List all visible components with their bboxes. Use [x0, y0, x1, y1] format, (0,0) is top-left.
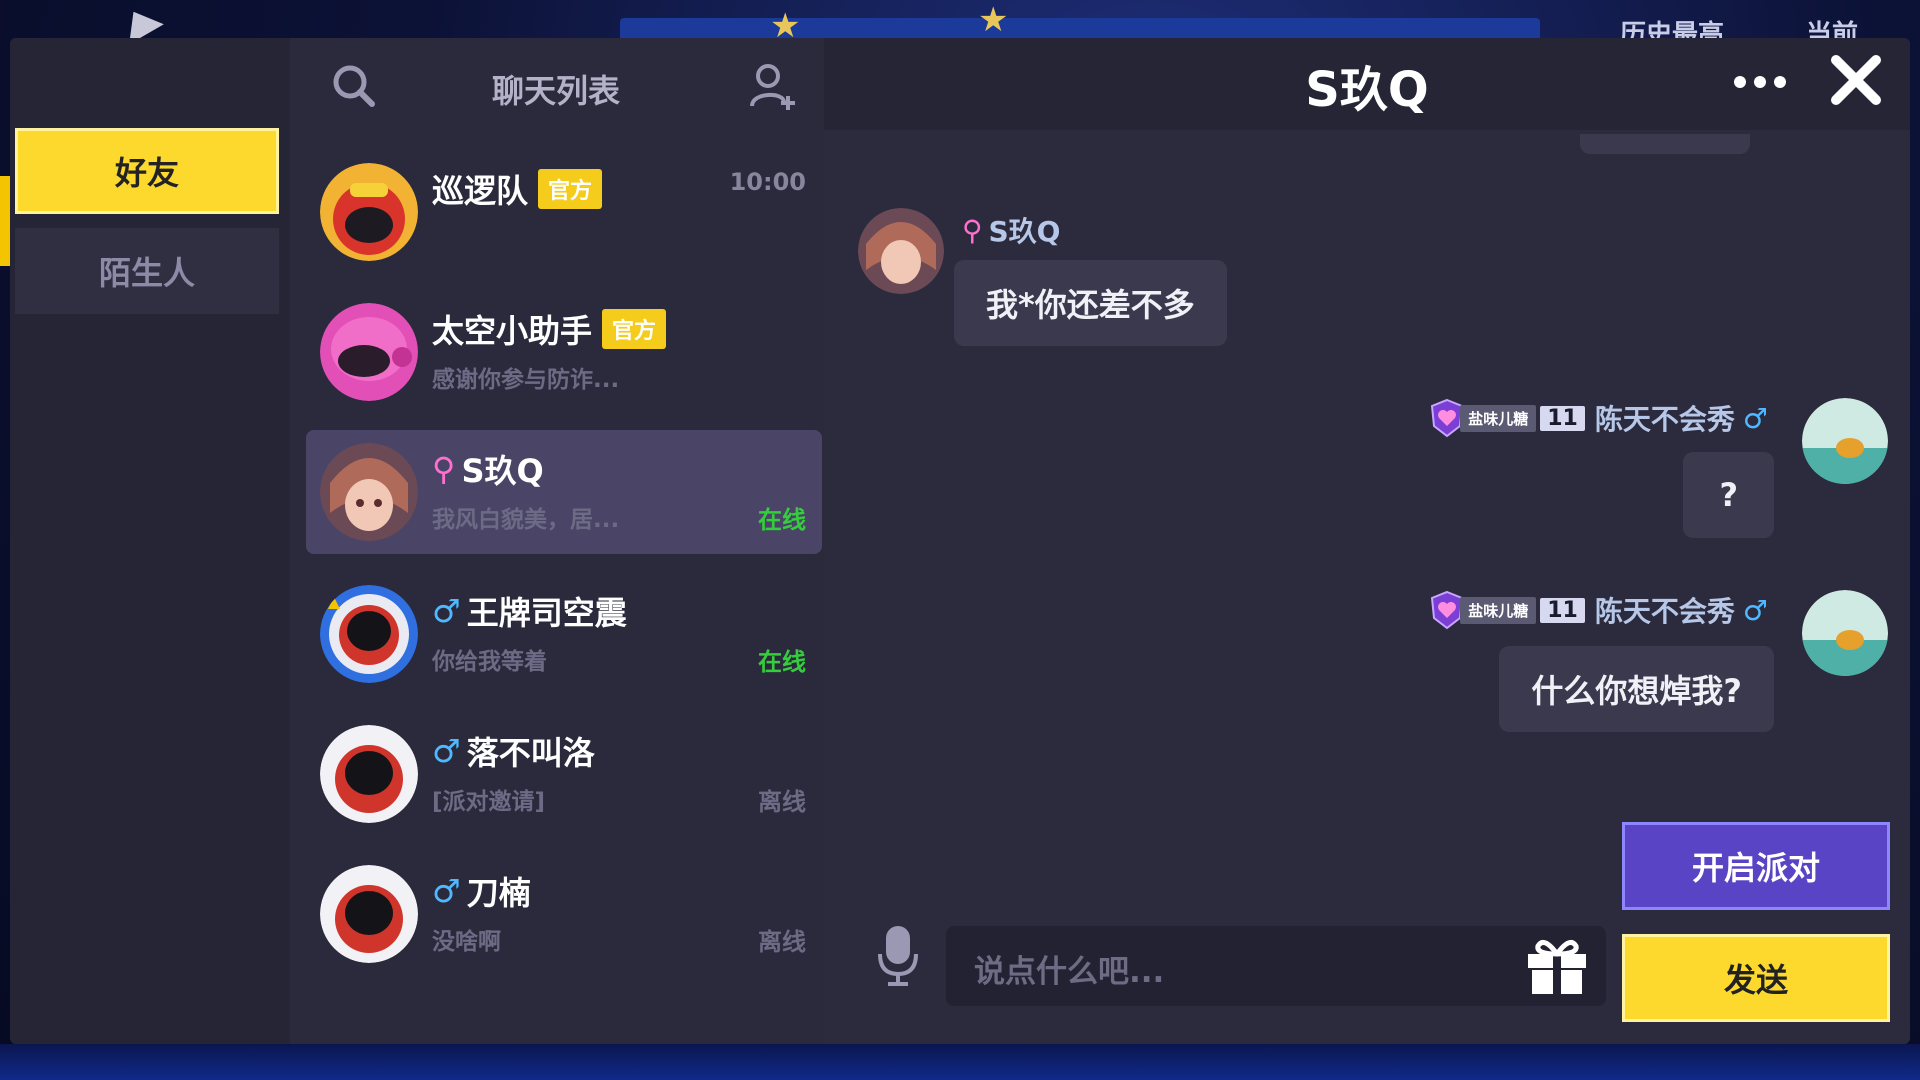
background-accent — [0, 176, 10, 266]
my-avatar[interactable] — [1802, 398, 1888, 484]
sender-name: S玖Q — [988, 215, 1061, 248]
message-bubble: 什么你想焯我? — [1499, 646, 1774, 732]
level-label: 盐味儿糖 — [1460, 404, 1537, 432]
microphone-icon[interactable] — [876, 924, 920, 988]
send-button[interactable]: 发送 — [1622, 934, 1890, 1022]
chat-header: S玖Q — [824, 38, 1910, 130]
chat-list-item[interactable]: ♂ 落不叫洛 [派对邀请] 离线 — [306, 712, 822, 836]
background-bottom — [0, 1044, 1920, 1080]
sender-name: 陈天不会秀 — [1594, 403, 1735, 436]
avatar — [320, 443, 418, 541]
message-preview: 感谢你参与防诈... — [432, 367, 620, 393]
offline-status: 离线 — [758, 928, 806, 956]
category-tabs: 好友 陌生人 — [10, 38, 290, 1044]
tab-friends[interactable]: 好友 — [15, 128, 279, 214]
message-input-placeholder: 说点什么吧... — [974, 954, 1165, 990]
avatar — [320, 303, 418, 401]
message-composer: 说点什么吧... 发送 — [824, 914, 1910, 1044]
close-icon[interactable] — [1828, 52, 1884, 108]
contact-name-row: ♂ 刀楠 — [432, 868, 531, 914]
chat-list: 聊天列表 巡逻队 官方 10:00 太空小助手 官方 感谢你参与防诈... ⚲ … — [292, 38, 822, 1044]
add-friend-icon[interactable] — [746, 60, 798, 112]
online-status: 在线 — [758, 648, 806, 676]
male-icon: ♂ — [1742, 401, 1768, 435]
female-icon: ⚲ — [432, 450, 456, 488]
chat-window: S玖Q ⚲ S玖Q 我*你还差不多 盐味儿糖 11 陈天不会秀 ♂ ? 盐味儿糖… — [824, 38, 1910, 1044]
chat-list-header: 聊天列表 — [292, 38, 820, 138]
my-avatar[interactable] — [1802, 590, 1888, 676]
avatar — [320, 585, 418, 683]
contact-name: 王牌司空震 — [466, 594, 627, 632]
offline-status: 离线 — [758, 788, 806, 816]
start-party-button[interactable]: 开启派对 — [1622, 822, 1890, 910]
contact-name: 刀楠 — [466, 874, 531, 912]
chat-list-item[interactable]: 太空小助手 官方 感谢你参与防诈... — [306, 290, 822, 414]
social-panel: 好友 陌生人 聊天列表 巡逻队 官方 10:00 太空小助手 官方 感谢你参与防… — [10, 38, 1910, 1044]
sender-name-row: 盐味儿糖 11 陈天不会秀 ♂ — [1430, 590, 1774, 630]
online-status: 在线 — [758, 506, 806, 534]
avatar — [320, 163, 418, 261]
more-icon[interactable] — [1732, 72, 1788, 92]
official-badge: 官方 — [538, 169, 603, 209]
chat-list-item[interactable]: 巡逻队 官方 10:00 — [306, 150, 822, 274]
heart-shield-icon — [1431, 398, 1464, 438]
background-star-icon: ★ — [978, 0, 1009, 40]
chat-list-title: 聊天列表 — [491, 72, 620, 110]
sender-avatar[interactable] — [858, 208, 944, 294]
male-icon: ♂ — [432, 872, 461, 910]
contact-name-row: 太空小助手 官方 — [432, 306, 667, 352]
female-icon: ⚲ — [962, 213, 983, 247]
contact-name-row: ♂ 王牌司空震 — [432, 588, 627, 634]
level-badge: 盐味儿糖 11 — [1430, 590, 1585, 630]
contact-name: 落不叫洛 — [466, 734, 595, 772]
message-bubble: ? — [1683, 452, 1774, 538]
sender-name: 陈天不会秀 — [1594, 595, 1735, 628]
gift-icon[interactable] — [1524, 934, 1590, 996]
message-preview: 没啥啊 — [432, 929, 501, 955]
message-preview: 你给我等着 — [432, 649, 547, 675]
sender-name-row: ⚲ S玖Q — [962, 210, 1061, 250]
message-preview: [派对邀请] — [432, 789, 546, 815]
previous-message-bubble — [1580, 134, 1750, 154]
chat-list-item[interactable]: ♂ 刀楠 没啥啊 离线 — [306, 852, 822, 976]
level-number: 11 — [1540, 405, 1585, 431]
contact-name: S玖Q — [461, 452, 544, 490]
avatar — [320, 865, 418, 963]
level-badge: 盐味儿糖 11 — [1430, 398, 1585, 438]
message-time: 10:00 — [729, 168, 806, 196]
chat-list-item[interactable]: ♂ 王牌司空震 你给我等着 在线 — [306, 572, 822, 696]
heart-shield-icon — [1431, 590, 1464, 630]
message-bubble: 我*你还差不多 — [954, 260, 1227, 346]
male-icon: ♂ — [432, 592, 461, 630]
level-number: 11 — [1540, 597, 1585, 623]
contact-name: 太空小助手 — [432, 312, 593, 350]
level-label: 盐味儿糖 — [1460, 596, 1537, 624]
contact-name: 巡逻队 — [432, 172, 529, 210]
tab-strangers[interactable]: 陌生人 — [15, 228, 279, 314]
male-icon: ♂ — [432, 732, 461, 770]
official-badge: 官方 — [602, 309, 667, 349]
message-input[interactable]: 说点什么吧... — [946, 926, 1606, 1006]
contact-name-row: ⚲ S玖Q — [432, 446, 544, 492]
male-icon: ♂ — [1742, 593, 1768, 627]
contact-name-row: ♂ 落不叫洛 — [432, 728, 595, 774]
chat-list-item-selected[interactable]: ⚲ S玖Q 我风白貌美，居... 在线 — [306, 430, 822, 554]
message-preview: 我风白貌美，居... — [432, 507, 620, 533]
sender-name-row: 盐味儿糖 11 陈天不会秀 ♂ — [1430, 398, 1774, 438]
avatar — [320, 725, 418, 823]
contact-name-row: 巡逻队 官方 — [432, 166, 603, 212]
